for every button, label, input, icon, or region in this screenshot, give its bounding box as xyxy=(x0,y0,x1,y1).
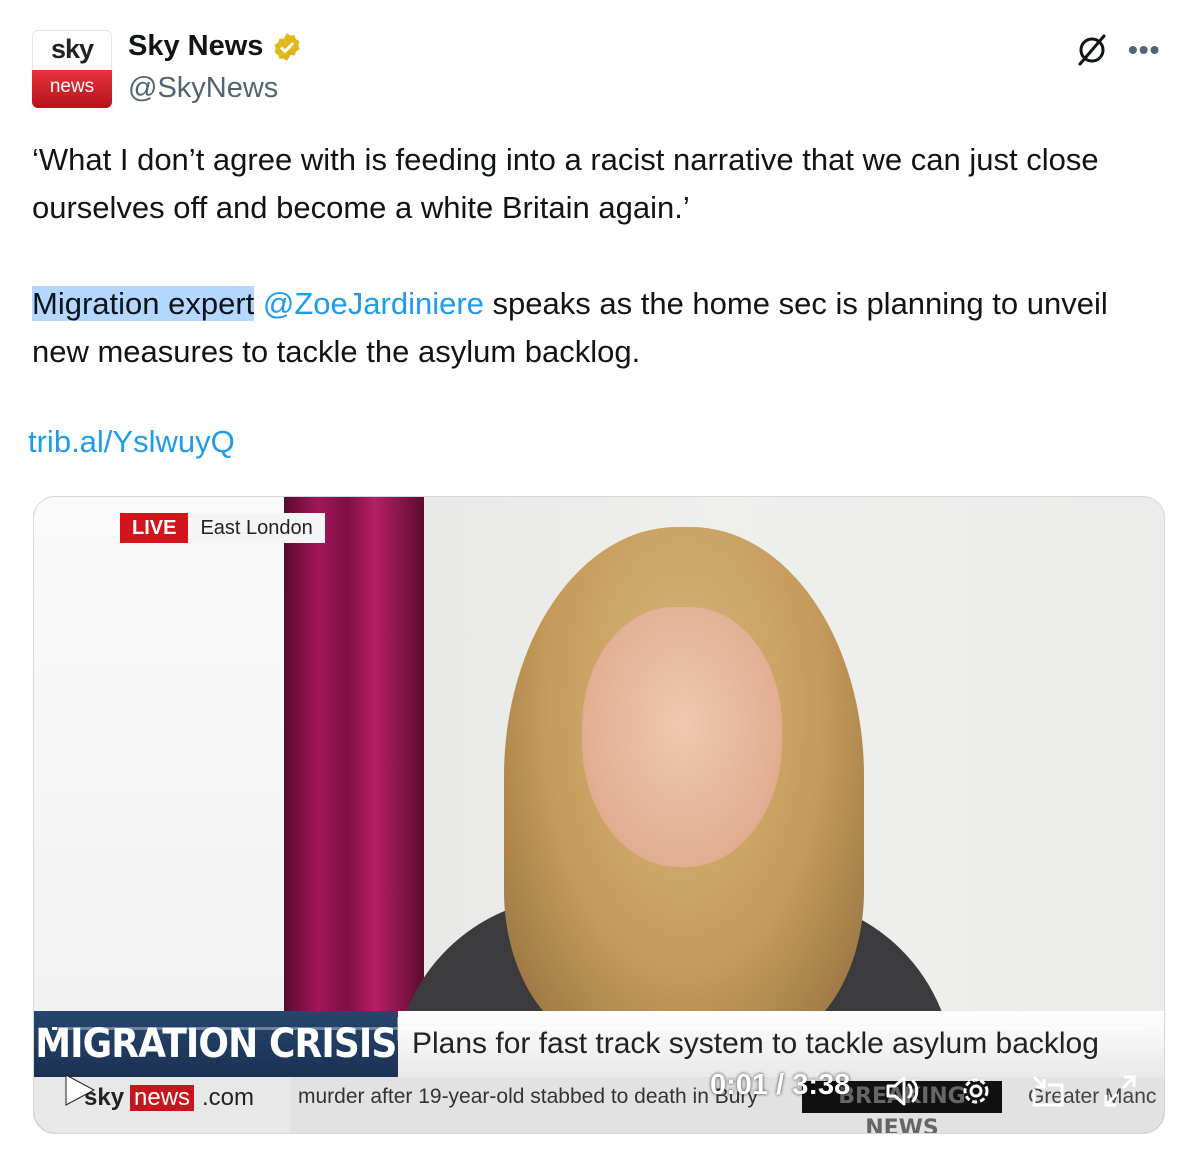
live-tag: LIVE East London xyxy=(120,513,325,543)
highlighted-text: Migration expert xyxy=(32,286,255,321)
settings-icon[interactable] xyxy=(956,1071,996,1111)
video-person-face xyxy=(582,607,782,867)
handle[interactable]: @SkyNews xyxy=(128,72,278,105)
mention-link[interactable]: @ZoeJardiniere xyxy=(263,286,484,321)
verified-badge-icon xyxy=(275,32,301,61)
pip-icon[interactable] xyxy=(1028,1071,1068,1111)
display-name-row[interactable]: Sky News xyxy=(128,30,303,63)
ticker-brand-com: .com xyxy=(202,1084,255,1111)
ticker-brand-news: news xyxy=(130,1085,195,1111)
story-tag: MIGRATION CRISIS xyxy=(34,1011,398,1077)
volume-icon[interactable] xyxy=(882,1071,922,1111)
live-label: LIVE xyxy=(120,513,189,543)
video-curtain xyxy=(284,497,424,1017)
fullscreen-icon[interactable] xyxy=(1100,1071,1140,1111)
video-player[interactable]: LIVE East London MIGRATION CRISIS Plans … xyxy=(33,496,1165,1134)
tweet-quote: ‘What I don’t agree with is feeding into… xyxy=(32,142,1099,225)
grok-icon[interactable] xyxy=(1074,32,1110,68)
play-icon[interactable] xyxy=(62,1073,96,1107)
tweet-text: ‘What I don’t agree with is feeding into… xyxy=(32,136,1162,424)
avatar-sky-text: sky xyxy=(50,34,94,64)
display-name[interactable]: Sky News xyxy=(128,30,263,63)
progress-bar[interactable] xyxy=(52,1027,1144,1030)
progress-fill xyxy=(52,1027,58,1030)
story-headline: Plans for fast track system to tackle as… xyxy=(398,1011,1164,1077)
avatar-news-text: news xyxy=(32,70,112,108)
avatar[interactable]: sky news xyxy=(32,30,112,108)
location-label: East London xyxy=(188,513,325,543)
tweet-body: Migration expert @ZoeJardiniere speaks a… xyxy=(32,280,1162,376)
lower-third: MIGRATION CRISIS Plans for fast track sy… xyxy=(34,1011,1164,1077)
tweet-link[interactable]: trib.al/YslwuyQ xyxy=(28,424,235,460)
video-window xyxy=(34,497,294,1017)
more-icon[interactable]: ••• xyxy=(1128,34,1160,66)
video-time: 0:01 / 3:38 xyxy=(710,1069,851,1101)
